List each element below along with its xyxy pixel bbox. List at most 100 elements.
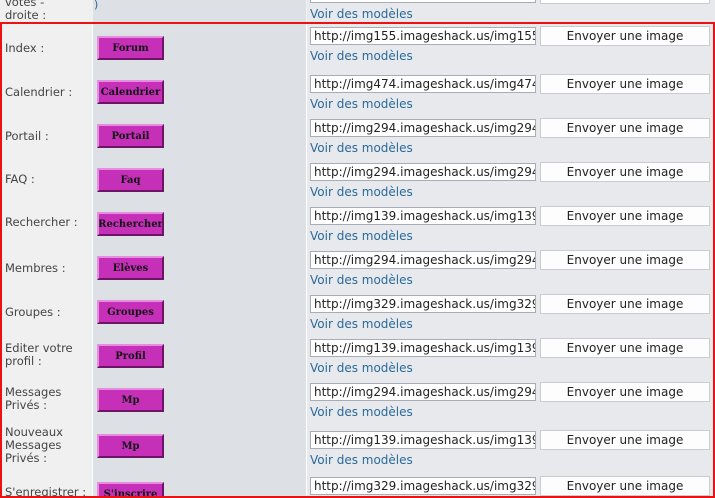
button-image-preview: Rechercher (97, 212, 164, 236)
row-label: Membres : (5, 261, 66, 275)
table-row-partial: votes - droite : ) Voir des modèles (0, 0, 715, 22)
button-image-preview: Elèves (97, 256, 164, 280)
row-label-cell: S'enregistrer : (0, 472, 93, 498)
url-input[interactable]: http://img139.imageshack.us/img139/1 (310, 431, 536, 449)
upload-button[interactable]: Envoyer une image (540, 118, 710, 138)
url-input[interactable]: http://img294.imageshack.us/img294/9 (310, 163, 536, 181)
models-link[interactable]: Voir des modèles (310, 97, 413, 111)
row-button-cell: Rechercher (93, 202, 307, 246)
row-label: votes - droite : (5, 0, 47, 22)
models-link[interactable]: Voir des modèles (310, 273, 413, 287)
url-input[interactable]: http://img139.imageshack.us/img139/7 (310, 339, 536, 357)
row-label-cell: votes - droite : (0, 0, 92, 22)
row-button-cell: Profil (93, 334, 307, 378)
url-input[interactable]: http://img139.imageshack.us/img139/1 (310, 207, 536, 225)
table-row: Nouveaux Messages Privés : Mp http://img13… (0, 422, 715, 473)
row-button-cell: Groupes (93, 290, 307, 334)
upload-button[interactable]: Envoyer une image (540, 74, 710, 94)
row-label: Nouveaux Messages Privés : (5, 425, 63, 465)
row-input-cell: http://img294.imageshack.us/img294/1 Envo… (307, 114, 715, 158)
row-label-cell: Editer votre profil : (0, 334, 93, 378)
row-label-cell: Portail : (0, 114, 93, 158)
upload-button[interactable]: Envoyer une image (540, 294, 710, 314)
row-input-cell: Voir des modèles (307, 0, 715, 22)
models-link[interactable]: Voir des modèles (310, 141, 413, 155)
upload-button[interactable]: Envoyer une image (540, 430, 710, 450)
row-input-cell: http://img294.imageshack.us/img294/9 Envo… (307, 158, 715, 202)
url-input[interactable]: http://img294.imageshack.us/img294/4 (310, 251, 536, 269)
upload-button[interactable]: Envoyer une image (540, 476, 710, 496)
upload-button[interactable]: Envoyer une image (540, 206, 710, 226)
table-row: Index : Forum http://img155.imageshack.us/… (0, 22, 715, 71)
row-label: S'enregistrer : (5, 485, 87, 498)
button-image-preview: Faq (97, 168, 164, 192)
preview-fragment: ) (94, 0, 99, 11)
upload-button[interactable] (540, 0, 710, 4)
url-input[interactable]: http://img474.imageshack.us/img474/1 (310, 75, 536, 93)
row-input-cell: http://img139.imageshack.us/img139/7 Envo… (307, 334, 715, 378)
row-label: Calendrier : (5, 85, 73, 99)
upload-button[interactable]: Envoyer une image (540, 338, 710, 358)
row-label-cell: Index : (0, 22, 93, 70)
upload-button[interactable]: Envoyer une image (540, 382, 710, 402)
row-label-cell: Nouveaux Messages Privés : (0, 422, 93, 472)
table-row: Groupes : Groupes http://img329.imageshack… (0, 290, 715, 335)
models-link[interactable]: Voir des modèles (310, 49, 413, 63)
row-input-cell: http://img474.imageshack.us/img474/1 Envo… (307, 70, 715, 114)
url-input[interactable]: http://img294.imageshack.us/img294/1 (310, 383, 536, 401)
row-input-cell: http://img139.imageshack.us/img139/1 Envo… (307, 202, 715, 246)
table-row: FAQ : Faq http://img294.imageshack.us/img2… (0, 158, 715, 203)
table-row: Membres : Elèves http://img294.imageshack.… (0, 246, 715, 291)
url-input[interactable] (310, 0, 536, 3)
row-label-cell: Membres : (0, 246, 93, 290)
models-link[interactable]: Voir des modèles (310, 361, 413, 375)
url-input[interactable]: http://img294.imageshack.us/img294/1 (310, 119, 536, 137)
image-settings-table: votes - droite : ) Voir des modèles Inde… (0, 0, 715, 498)
row-input-cell: http://img139.imageshack.us/img139/1 Envo… (307, 422, 715, 472)
models-link[interactable]: Voir des modèles (310, 317, 413, 331)
url-input[interactable]: http://img155.imageshack.us/img155/( (310, 27, 536, 45)
row-input-cell: http://img294.imageshack.us/img294/4 Envo… (307, 246, 715, 290)
button-image-preview: Profil (97, 344, 164, 368)
button-image-preview: Forum (97, 36, 164, 60)
row-label-cell: Messages Privés : (0, 378, 93, 422)
url-input[interactable]: http://img329.imageshack.us/img329/4 (310, 295, 536, 313)
table-row: Rechercher : Rechercher http://img139.imag… (0, 202, 715, 247)
button-image-preview: S'inscrire (97, 482, 164, 498)
row-label-cell: Calendrier : (0, 70, 93, 114)
row-button-cell: ) (93, 0, 306, 22)
row-button-cell: Portail (93, 114, 307, 158)
models-link[interactable]: Voir des modèles (310, 405, 413, 419)
upload-button[interactable]: Envoyer une image (540, 162, 710, 182)
row-button-cell: Faq (93, 158, 307, 202)
button-image-preview: Mp (97, 434, 164, 458)
upload-button[interactable]: Envoyer une image (540, 26, 710, 46)
table-row: Calendrier : Calendrier http://img474.imag… (0, 70, 715, 115)
row-label: FAQ : (5, 172, 35, 186)
models-link[interactable]: Voir des modèles (310, 185, 413, 199)
row-input-cell: http://img294.imageshack.us/img294/1 Envo… (307, 378, 715, 422)
row-input-cell: http://img155.imageshack.us/img155/(Envo… (307, 22, 715, 70)
row-label: Portail : (5, 129, 49, 143)
row-button-cell: S'inscrire (93, 472, 307, 498)
table-row: S'enregistrer : S'inscrire http://img329.i… (0, 472, 715, 498)
button-image-preview: Portail (97, 124, 164, 148)
button-image-preview: Mp (97, 388, 164, 412)
button-image-preview: Groupes (97, 300, 164, 324)
button-image-preview: Calendrier (97, 80, 164, 104)
row-button-cell: Mp (93, 378, 307, 422)
row-label-cell: FAQ : (0, 158, 93, 202)
row-button-cell: Mp (93, 422, 307, 472)
row-button-cell: Calendrier (93, 70, 307, 114)
models-link[interactable]: Voir des modèles (310, 229, 413, 243)
row-label: Groupes : (5, 305, 61, 319)
models-link[interactable]: Voir des modèles (310, 453, 413, 467)
models-link[interactable]: Voir des modèles (310, 7, 413, 21)
row-label: Rechercher : (5, 215, 78, 229)
row-input-cell: http://img329.imageshack.us/img329/Envoy… (307, 472, 715, 498)
row-label-cell: Rechercher : (0, 202, 93, 246)
url-input[interactable]: http://img329.imageshack.us/img329/ (310, 477, 536, 495)
row-input-cell: http://img329.imageshack.us/img329/4 Envo… (307, 290, 715, 334)
row-button-cell: Forum (93, 22, 307, 70)
upload-button[interactable]: Envoyer une image (540, 250, 710, 270)
